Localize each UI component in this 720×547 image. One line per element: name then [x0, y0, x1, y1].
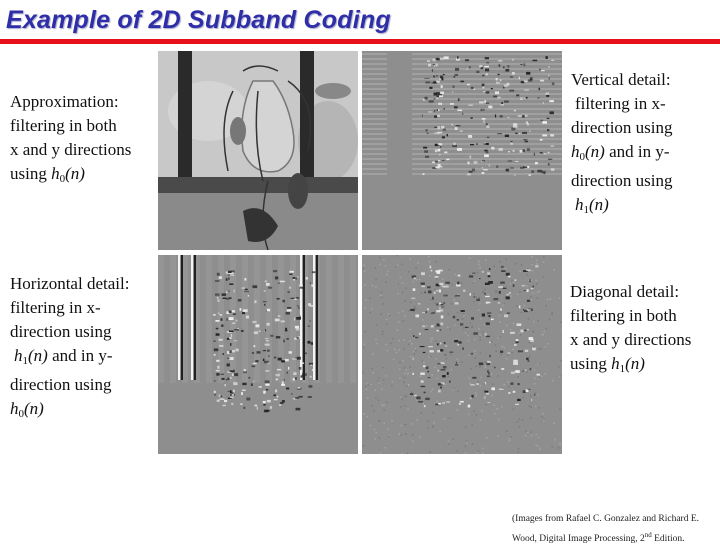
approximation-image: [158, 51, 358, 250]
diagonal-detail-label: Diagonal detail: filtering in both x and…: [570, 280, 691, 381]
vertical-line4: h0(n) and in y-: [571, 140, 673, 169]
horizontal-detail-image: [158, 255, 358, 454]
horizontal-line6: h0(n): [10, 397, 129, 426]
diagonal-line4: using h1(n): [570, 352, 691, 381]
vertical-line5: direction using: [571, 169, 673, 193]
approximation-line2: filtering in both: [10, 114, 131, 138]
vertical-detail-image: [362, 51, 562, 250]
diagonal-heading: Diagonal detail:: [570, 280, 691, 304]
approximation-label: Approximation: filtering in both x and y…: [10, 90, 131, 191]
diagonal-detail-image: [362, 255, 562, 454]
approximation-line3: x and y directions: [10, 138, 131, 162]
citation-line2: Wood, Digital Image Processing, 2nd Edit…: [512, 527, 699, 547]
horizontal-heading: Horizontal detail:: [10, 272, 129, 296]
vertical-heading: Vertical detail:: [571, 68, 673, 92]
vertical-line6: h1(n): [571, 193, 673, 222]
horizontal-line4: h1(n) and in y-: [10, 344, 129, 373]
horizontal-line2: filtering in x-: [10, 296, 129, 320]
filter-symbol: h: [51, 164, 60, 183]
approximation-heading: Approximation:: [10, 90, 131, 114]
diagonal-line2: filtering in both: [570, 304, 691, 328]
diagonal-line3: x and y directions: [570, 328, 691, 352]
approximation-line4: using h0(n): [10, 162, 131, 191]
horizontal-line3: direction using: [10, 320, 129, 344]
horizontal-detail-label: Horizontal detail: filtering in x- direc…: [10, 272, 129, 426]
citation-line1: (Images from Rafael C. Gonzalez and Rich…: [512, 511, 699, 527]
vertical-line3: direction using: [571, 116, 673, 140]
slide-title: Example of 2D Subband Coding: [6, 6, 391, 35]
image-citation: (Images from Rafael C. Gonzalez and Rich…: [512, 511, 699, 547]
horizontal-line5: direction using: [10, 373, 129, 397]
title-divider: [0, 39, 720, 44]
vertical-line2: filtering in x-: [571, 92, 673, 116]
vertical-detail-label: Vertical detail: filtering in x- directi…: [571, 68, 673, 222]
